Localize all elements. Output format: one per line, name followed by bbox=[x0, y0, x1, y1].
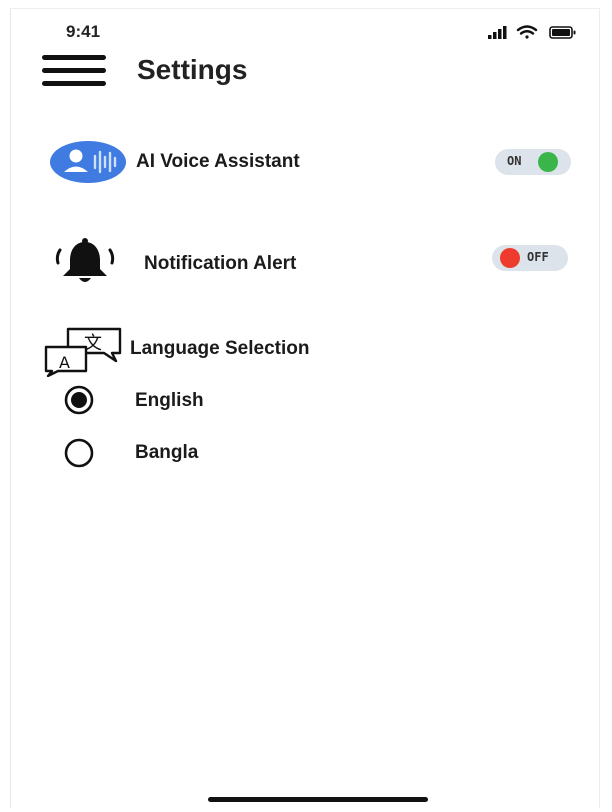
toggle-knob bbox=[538, 152, 558, 172]
status-icons bbox=[488, 25, 576, 39]
voice-assistant-icon bbox=[50, 141, 126, 183]
phone-frame bbox=[10, 8, 600, 808]
language-option-english[interactable]: English bbox=[135, 390, 204, 412]
radio-bangla[interactable] bbox=[64, 438, 94, 468]
wifi-icon bbox=[516, 25, 538, 39]
voice-assistant-label: AI Voice Assistant bbox=[136, 151, 300, 172]
toggle-state-text: ON bbox=[507, 154, 522, 168]
toggle-state-text: OFF bbox=[527, 250, 549, 264]
language-selection-label: Language Selection bbox=[130, 338, 310, 359]
radio-english-selected[interactable] bbox=[64, 385, 94, 415]
toggle-knob bbox=[500, 248, 520, 268]
voice-assistant-toggle[interactable]: ON bbox=[495, 149, 571, 175]
language-option-bangla[interactable]: Bangla bbox=[135, 442, 198, 464]
translate-icon: 文 A bbox=[44, 327, 122, 377]
page-title: Settings bbox=[137, 54, 248, 85]
home-indicator bbox=[208, 797, 428, 802]
notification-alert-label: Notification Alert bbox=[144, 253, 297, 274]
signal-icon bbox=[488, 26, 507, 39]
bell-icon bbox=[55, 238, 115, 282]
notification-alert-toggle[interactable]: OFF bbox=[492, 245, 568, 271]
status-time: 9:41 bbox=[66, 22, 101, 41]
hamburger-menu-icon[interactable] bbox=[42, 55, 106, 87]
svg-text:A: A bbox=[59, 353, 70, 372]
battery-icon bbox=[549, 26, 576, 39]
